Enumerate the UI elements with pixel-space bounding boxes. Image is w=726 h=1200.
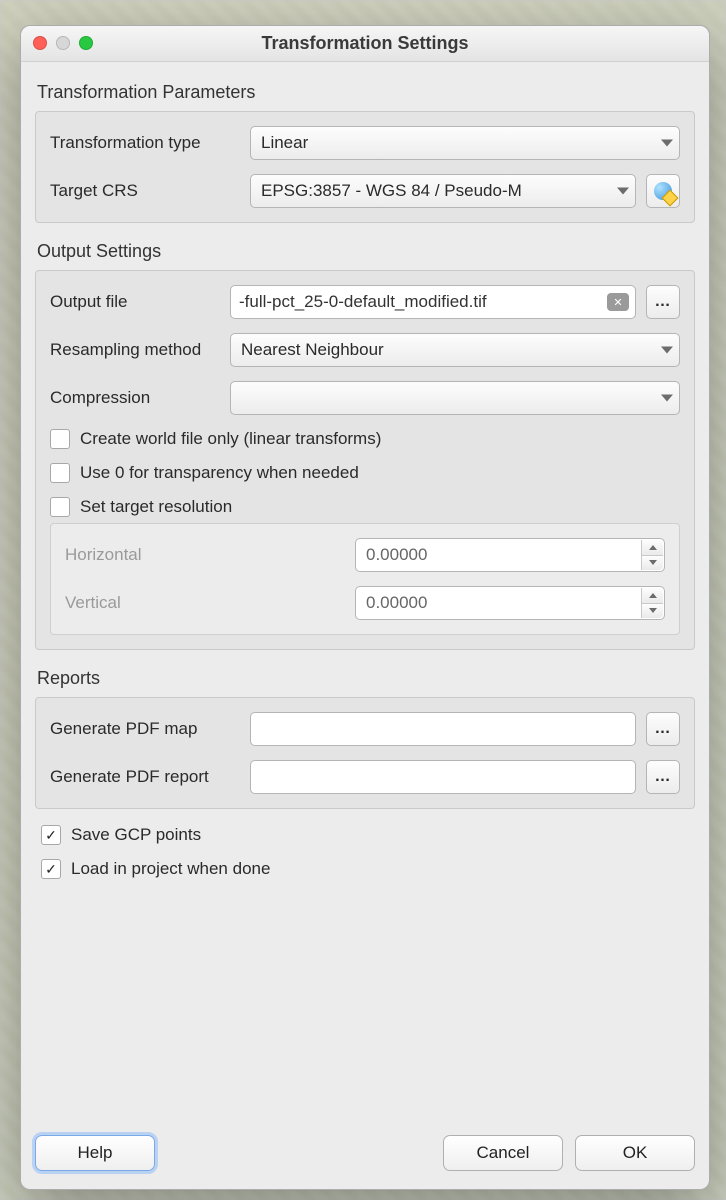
- close-window-button[interactable]: [33, 36, 47, 50]
- target-crs-dropdown[interactable]: EPSG:3857 - WGS 84 / Pseudo-M: [250, 174, 636, 208]
- save-gcp-label: Save GCP points: [71, 825, 201, 845]
- use-zero-transparency-label: Use 0 for transparency when needed: [80, 463, 359, 483]
- titlebar: Transformation Settings: [21, 26, 709, 62]
- horizontal-step-down-button[interactable]: [641, 556, 663, 571]
- globe-icon: [654, 182, 672, 200]
- vertical-resolution-label: Vertical: [65, 593, 345, 613]
- reports-group: Generate PDF map … Generate PDF report …: [35, 697, 695, 809]
- target-crs-label: Target CRS: [50, 181, 240, 201]
- output-file-input[interactable]: -full-pct_25-0-default_modified.tif ✕: [230, 285, 636, 319]
- horizontal-resolution-label: Horizontal: [65, 545, 345, 565]
- create-world-file-label: Create world file only (linear transform…: [80, 429, 381, 449]
- dialog-content: Transformation Parameters Transformation…: [21, 62, 709, 1121]
- horizontal-resolution-value: 0.00000: [366, 545, 427, 565]
- clear-output-file-button[interactable]: ✕: [607, 293, 629, 311]
- horizontal-resolution-input[interactable]: 0.00000: [355, 538, 665, 572]
- load-in-project-label: Load in project when done: [71, 859, 270, 879]
- set-target-resolution-label: Set target resolution: [80, 497, 232, 517]
- use-zero-transparency-checkbox[interactable]: [50, 463, 70, 483]
- output-settings-title: Output Settings: [37, 241, 695, 262]
- minimize-window-button[interactable]: [56, 36, 70, 50]
- compression-dropdown[interactable]: [230, 381, 680, 415]
- reports-title: Reports: [37, 668, 695, 689]
- vertical-step-up-button[interactable]: [641, 588, 663, 604]
- help-button[interactable]: Help: [35, 1135, 155, 1171]
- output-file-label: Output file: [50, 292, 220, 312]
- chevron-down-icon: [661, 395, 673, 402]
- generate-pdf-map-label: Generate PDF map: [50, 719, 240, 739]
- chevron-down-icon: [661, 140, 673, 147]
- zoom-window-button[interactable]: [79, 36, 93, 50]
- chevron-down-icon: [617, 188, 629, 195]
- root-options: ✓ Save GCP points ✓ Load in project when…: [35, 825, 695, 879]
- browse-pdf-report-button[interactable]: …: [646, 760, 680, 794]
- output-file-value: -full-pct_25-0-default_modified.tif: [239, 292, 487, 312]
- ok-button[interactable]: OK: [575, 1135, 695, 1171]
- browse-output-file-button[interactable]: …: [646, 285, 680, 319]
- horizontal-step-up-button[interactable]: [641, 540, 663, 556]
- output-settings-group: Output file -full-pct_25-0-default_modif…: [35, 270, 695, 650]
- transformation-parameters-title: Transformation Parameters: [37, 82, 695, 103]
- transformation-parameters-group: Transformation type Linear Target CRS EP…: [35, 111, 695, 223]
- select-crs-button[interactable]: [646, 174, 680, 208]
- vertical-resolution-input[interactable]: 0.00000: [355, 586, 665, 620]
- chevron-down-icon: [661, 347, 673, 354]
- dialog-footer: Help Cancel OK: [21, 1121, 709, 1189]
- target-resolution-group: Horizontal 0.00000 Vertical 0.00000: [50, 523, 680, 635]
- resampling-method-dropdown[interactable]: Nearest Neighbour: [230, 333, 680, 367]
- generate-pdf-report-label: Generate PDF report: [50, 767, 240, 787]
- resampling-method-label: Resampling method: [50, 340, 220, 360]
- set-target-resolution-checkbox[interactable]: [50, 497, 70, 517]
- transformation-type-dropdown[interactable]: Linear: [250, 126, 680, 160]
- transformation-type-value: Linear: [261, 133, 308, 153]
- create-world-file-checkbox[interactable]: [50, 429, 70, 449]
- transformation-type-label: Transformation type: [50, 133, 240, 153]
- resampling-method-value: Nearest Neighbour: [241, 340, 384, 360]
- cancel-button[interactable]: Cancel: [443, 1135, 563, 1171]
- vertical-step-down-button[interactable]: [641, 604, 663, 619]
- generate-pdf-map-input[interactable]: [250, 712, 636, 746]
- vertical-resolution-value: 0.00000: [366, 593, 427, 613]
- browse-pdf-map-button[interactable]: …: [646, 712, 680, 746]
- window-title: Transformation Settings: [21, 33, 709, 54]
- window-controls: [33, 36, 93, 50]
- target-crs-value: EPSG:3857 - WGS 84 / Pseudo-M: [261, 181, 522, 201]
- load-in-project-checkbox[interactable]: ✓: [41, 859, 61, 879]
- compression-label: Compression: [50, 388, 220, 408]
- transformation-settings-dialog: Transformation Settings Transformation P…: [20, 25, 710, 1190]
- save-gcp-checkbox[interactable]: ✓: [41, 825, 61, 845]
- generate-pdf-report-input[interactable]: [250, 760, 636, 794]
